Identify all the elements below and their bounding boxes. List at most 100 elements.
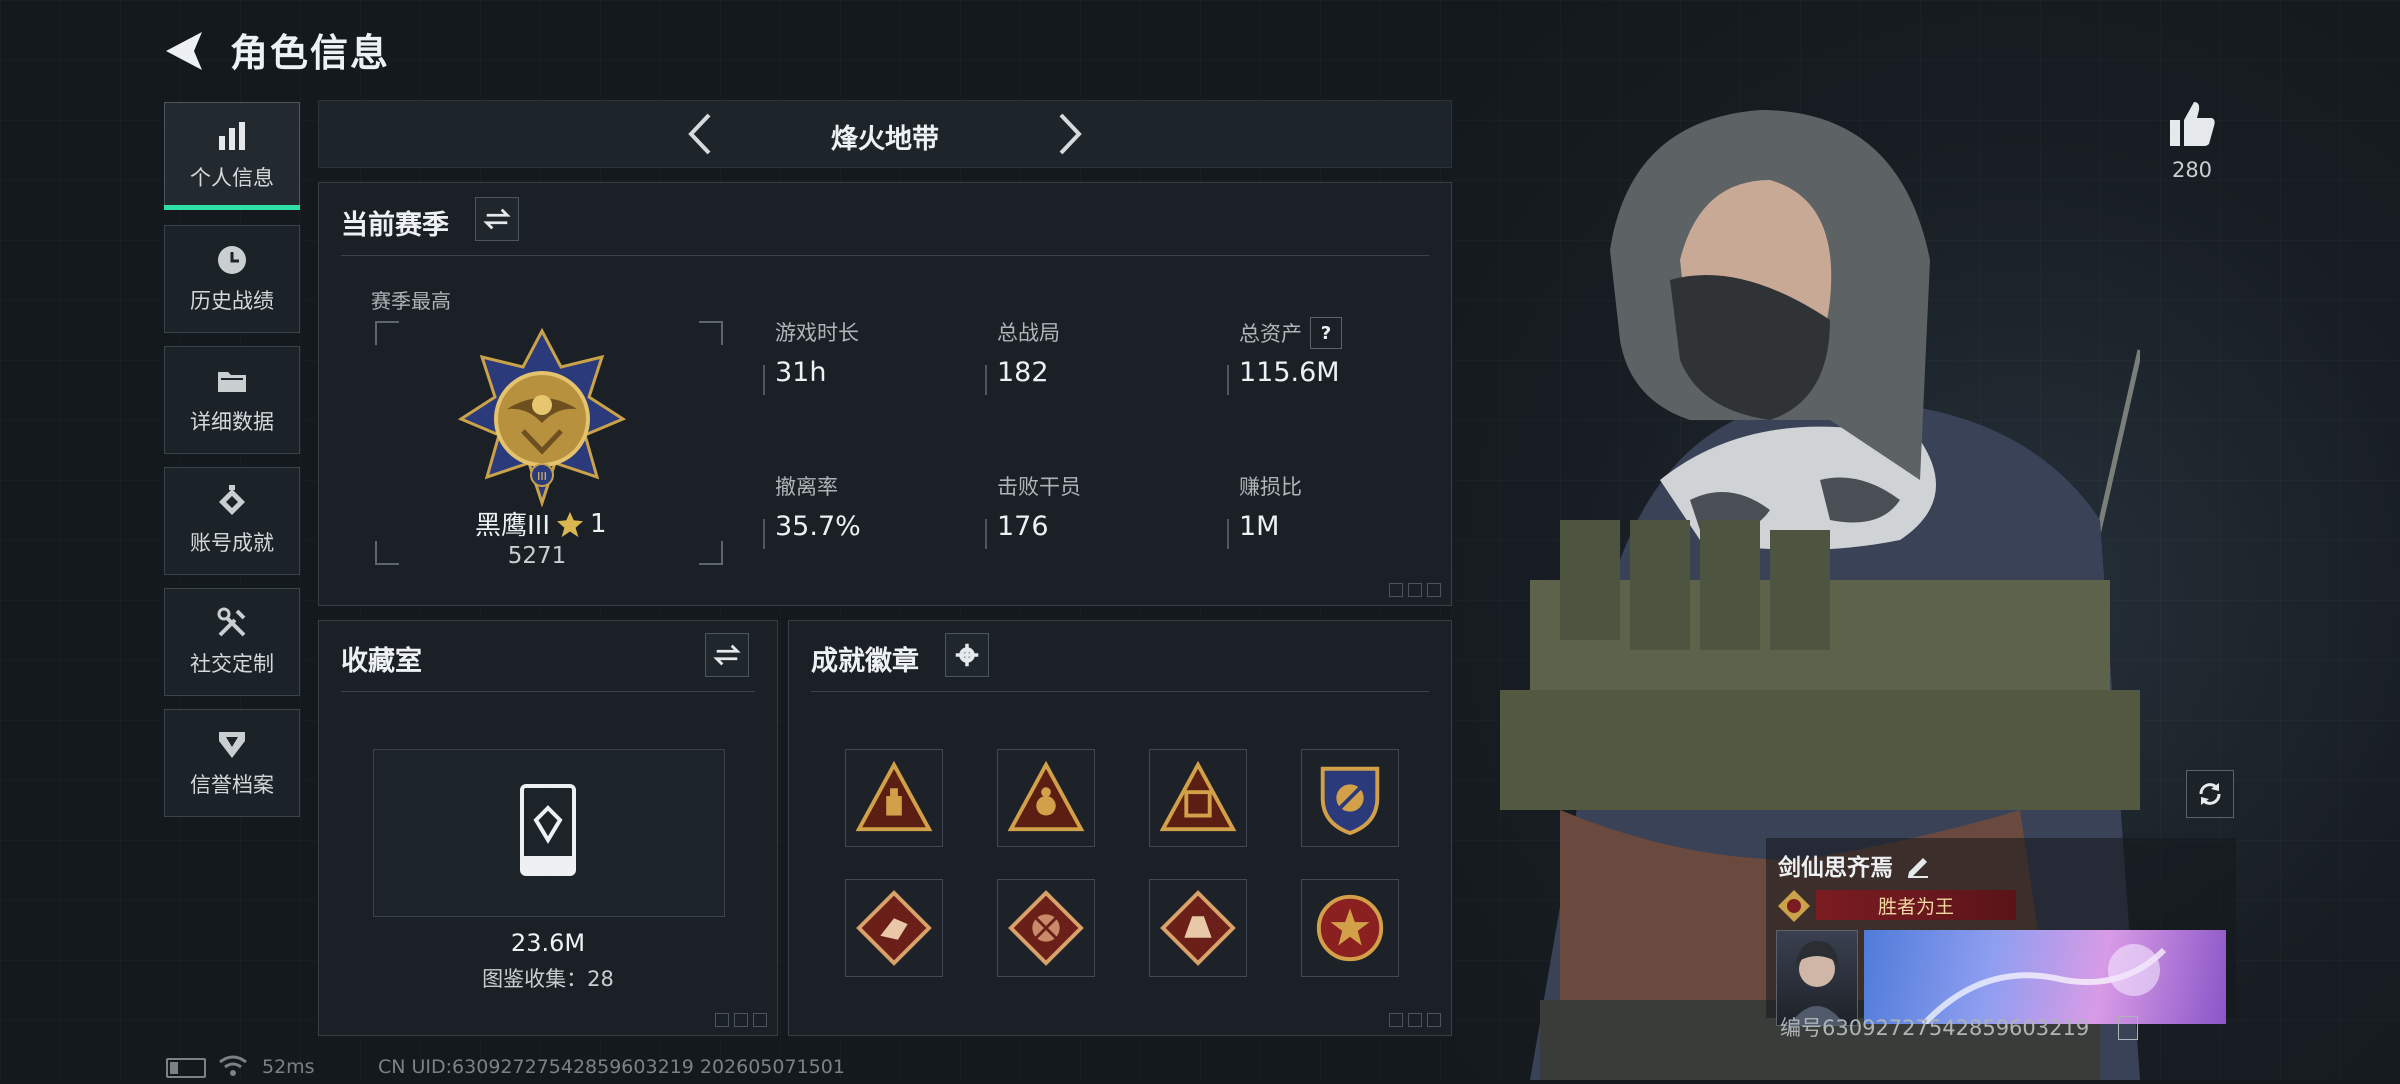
deco-square [1389, 583, 1403, 597]
back-button[interactable] [160, 26, 210, 76]
achievement-badge[interactable] [1301, 879, 1399, 977]
player-name: 剑仙思齐焉 [1778, 855, 1893, 881]
bar-chart-icon [219, 122, 245, 150]
deco-square [734, 1013, 748, 1027]
swap-icon [713, 644, 741, 666]
ping-value: 52ms [262, 1056, 315, 1078]
rank-title: 黑鹰III 1 [475, 505, 607, 542]
collection-value: 23.6M [510, 929, 586, 957]
stat-label: 游戏时长 [775, 321, 859, 345]
panel-deco [1389, 1013, 1441, 1027]
rank-emblem-icon: III [457, 327, 627, 508]
title-emblem [1776, 888, 1812, 924]
svg-text:III: III [537, 470, 547, 483]
help-icon[interactable]: ? [1310, 317, 1342, 349]
sidebar-item-achievements[interactable]: 账号成就 [164, 467, 300, 575]
stat-label: 总战局 [997, 321, 1060, 345]
collection-count: 图鉴收集：28 [482, 967, 614, 991]
back-arrow-icon [166, 32, 202, 70]
divider [341, 255, 1429, 256]
sidebar-item-credit[interactable]: 信誉档案 [164, 709, 300, 817]
achievements-panel: 成就徽章 [788, 620, 1452, 1036]
deco-square [1408, 1013, 1422, 1027]
player-card: 剑仙思齐焉 胜者为王 [1766, 838, 2236, 1027]
rank-name: 黑鹰III [475, 511, 551, 541]
achievement-badge[interactable] [1301, 749, 1399, 847]
stat-profit-ratio: 赚损比 1M [1227, 471, 1302, 549]
diamond-badge-icon [1008, 890, 1084, 966]
season-peak-label: 赛季最高 [371, 289, 451, 313]
display-case-icon [520, 784, 576, 876]
wifi-icon [219, 1055, 247, 1076]
deco-square [1389, 1013, 1403, 1027]
panel-deco [1389, 583, 1441, 597]
diamond-badge-icon [1160, 890, 1236, 966]
like-count: 280 [2171, 158, 2213, 182]
season-switch-button[interactable] [475, 197, 519, 241]
stat-label: 总资产 [1239, 322, 1302, 346]
sidebar-item-label: 个人信息 [190, 166, 274, 190]
achievement-icon [219, 485, 245, 515]
sidebar-item-personal-info[interactable]: 个人信息 [164, 102, 300, 210]
stat-label: 撤离率 [775, 475, 838, 499]
achievements-settings-button[interactable] [945, 633, 989, 677]
edit-icon[interactable] [1905, 852, 1931, 878]
player-banner-card[interactable] [1864, 930, 2226, 1027]
achievement-badge[interactable] [845, 749, 943, 847]
shield-icon [219, 732, 245, 758]
avatar-portrait-icon [1789, 941, 1845, 1025]
gear-icon [955, 643, 979, 667]
sidebar-item-label: 账号成就 [190, 531, 274, 555]
stat-divider [763, 519, 765, 549]
next-mode-button[interactable] [1047, 111, 1091, 157]
rank-emblem: III [457, 327, 627, 508]
deco-square [753, 1013, 767, 1027]
triangle-badge-icon [1159, 760, 1237, 832]
stat-value: 176 [997, 511, 1049, 542]
crown-badge-icon [1778, 890, 1810, 922]
collection-preview[interactable] [373, 749, 725, 917]
stat-value: 1M [1239, 511, 1280, 542]
sidebar-item-label: 历史战绩 [190, 289, 274, 313]
sidebar-item-social[interactable]: 社交定制 [164, 588, 300, 696]
stat-divider [1227, 365, 1229, 395]
folder-icon [218, 372, 246, 392]
divider [341, 691, 755, 692]
rank-stars: 1 [590, 508, 607, 539]
rotate-model-button[interactable] [2186, 770, 2234, 818]
player-name-row: 剑仙思齐焉 [1778, 848, 1931, 882]
crest-badge-icon [1320, 766, 1380, 836]
achievement-badge[interactable] [845, 879, 943, 977]
thumbs-up-icon [2170, 102, 2215, 146]
battery-icon [166, 1058, 206, 1078]
copy-id-icon[interactable] [2118, 1016, 2138, 1040]
stat-value: 31h [775, 357, 827, 388]
deco-square [1427, 583, 1441, 597]
triangle-badge-icon [1007, 760, 1085, 832]
stat-label: 赚损比 [1239, 475, 1302, 499]
frame-corner [699, 321, 723, 345]
achievement-badge[interactable] [1149, 879, 1247, 977]
stat-value: 182 [997, 357, 1049, 388]
achievement-badge[interactable] [997, 749, 1095, 847]
player-motto: 胜者为王 [1877, 895, 1954, 918]
sidebar-item-detailed-data[interactable]: 详细数据 [164, 346, 300, 454]
sidebar-item-label: 社交定制 [190, 652, 274, 676]
like-button[interactable] [2164, 96, 2220, 152]
sidebar-item-history[interactable]: 历史战绩 [164, 225, 300, 333]
frame-corner [699, 541, 723, 565]
rotate-icon [2199, 783, 2221, 805]
panel-deco [715, 1013, 767, 1027]
collection-switch-button[interactable] [705, 633, 749, 677]
deco-square [715, 1013, 729, 1027]
achievement-badge[interactable] [997, 879, 1095, 977]
achievement-badge[interactable] [1149, 749, 1247, 847]
deco-square [1408, 583, 1422, 597]
stat-divider [985, 365, 987, 395]
deco-square [1427, 1013, 1441, 1027]
sidebar-item-label: 详细数据 [190, 410, 274, 434]
achievements-title: 成就徽章 [811, 646, 919, 677]
triangle-badge-icon [855, 760, 933, 832]
stat-value: 35.7% [775, 511, 861, 542]
player-id: 编号6309272754285960321​9 [1780, 1016, 2090, 1040]
